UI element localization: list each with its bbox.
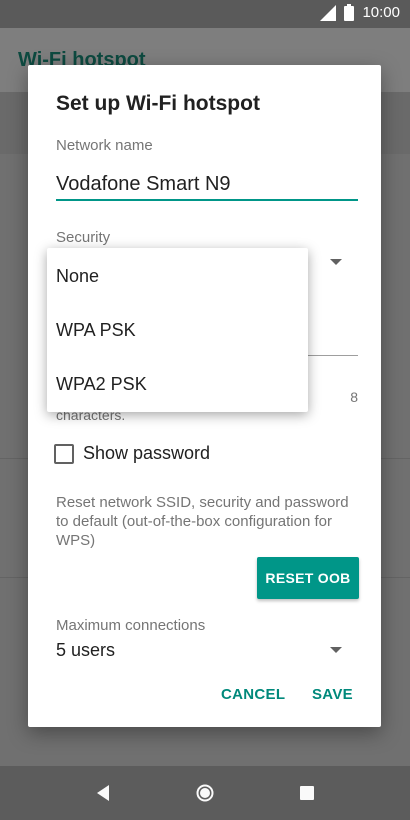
recents-icon[interactable] <box>300 786 314 800</box>
max-connections-label: Maximum connections <box>56 617 206 634</box>
security-option-none[interactable]: None <box>56 266 99 287</box>
security-option-wpa2-psk[interactable]: WPA2 PSK <box>56 374 147 395</box>
security-label: Security <box>56 229 111 246</box>
status-right: 10:00 <box>320 4 400 21</box>
security-options-popup: None WPA PSK WPA2 PSK <box>47 248 308 412</box>
save-button[interactable]: SAVE <box>312 686 353 703</box>
reset-description: Reset network SSID, security and passwor… <box>56 494 349 549</box>
status-time: 10:00 <box>362 4 400 21</box>
signal-icon <box>320 4 337 21</box>
home-icon[interactable] <box>196 784 214 802</box>
show-password-row[interactable]: Show password <box>54 443 210 464</box>
network-name-label: Network name <box>56 137 153 154</box>
max-connections-select[interactable]: 5 users <box>56 640 115 661</box>
status-bar: 10:00 <box>0 0 410 28</box>
max-connections-arrow-icon[interactable] <box>330 647 342 653</box>
cancel-button[interactable]: CANCEL <box>221 686 285 703</box>
network-name-input[interactable] <box>56 169 358 201</box>
battery-icon <box>344 4 355 21</box>
show-password-checkbox[interactable] <box>54 443 74 464</box>
password-hint-number: 8 <box>350 389 358 405</box>
security-dropdown-arrow-icon[interactable] <box>330 259 342 265</box>
show-password-label: Show password <box>83 443 211 463</box>
dialog-title: Set up Wi-Fi hotspot <box>56 92 260 115</box>
back-icon[interactable] <box>95 784 111 802</box>
navigation-bar <box>0 766 410 820</box>
security-option-wpa-psk[interactable]: WPA PSK <box>56 320 136 341</box>
reset-oob-button[interactable]: RESET OOB <box>257 557 359 599</box>
